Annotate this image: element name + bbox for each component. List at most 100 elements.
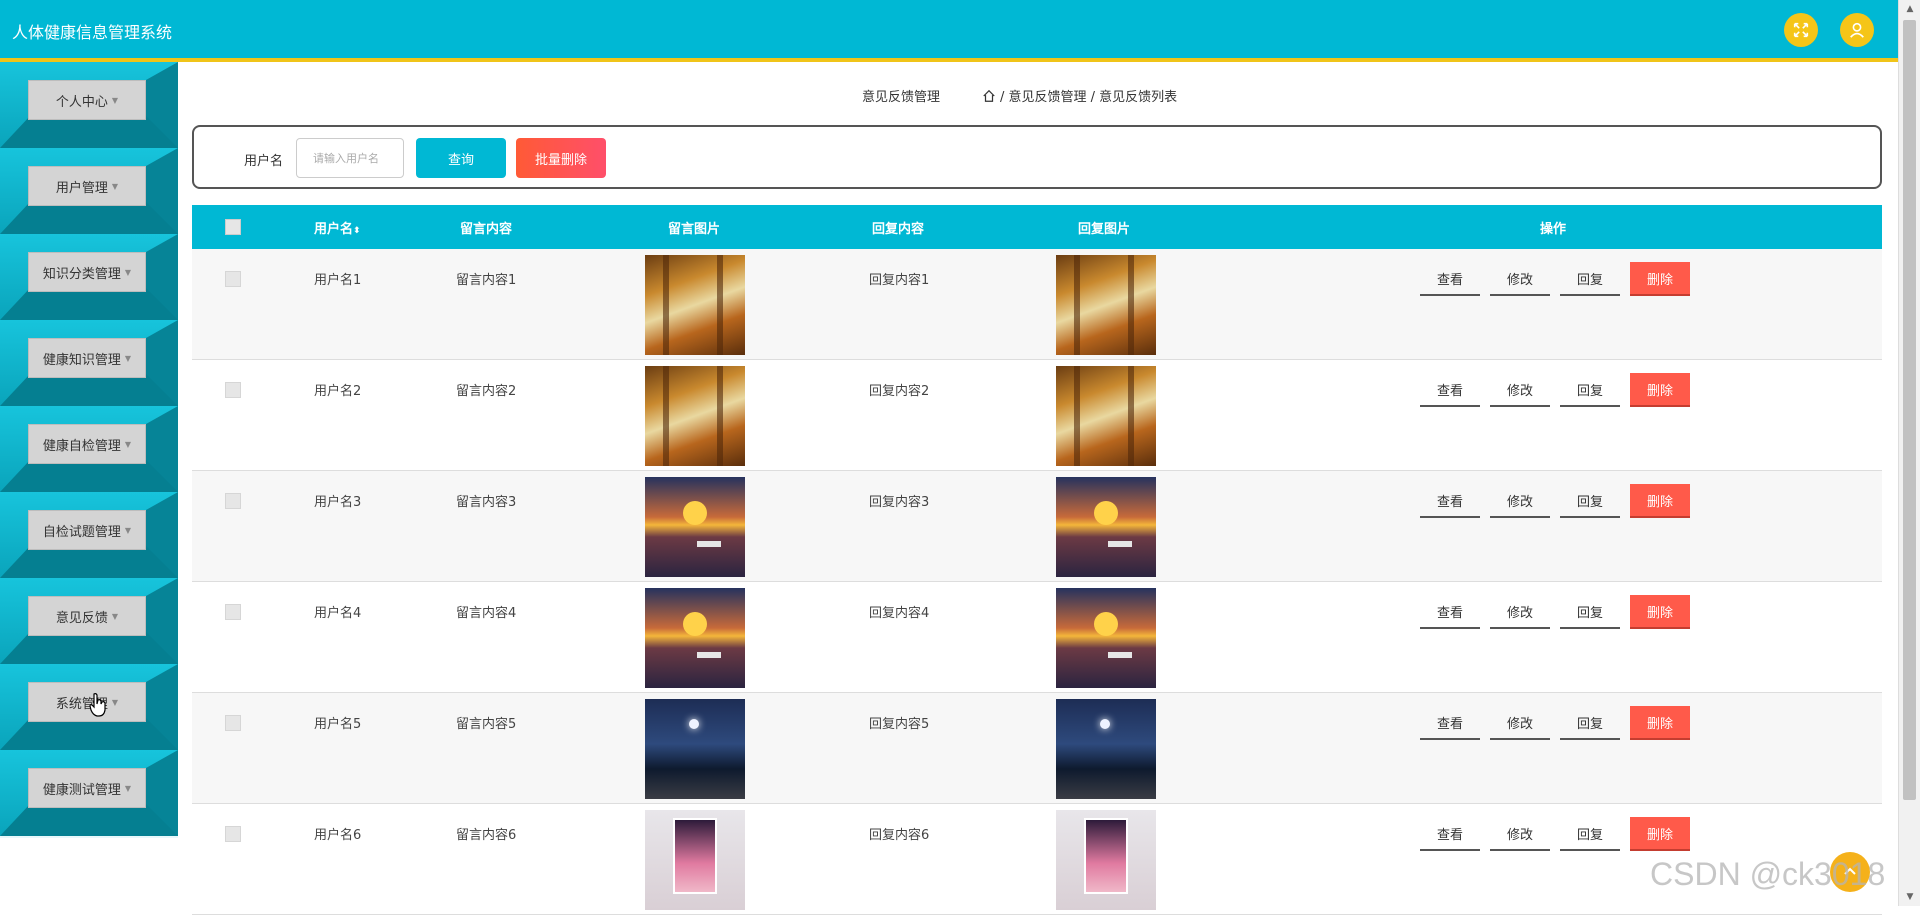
view-button[interactable]: 查看 xyxy=(1420,706,1480,740)
cell-username: 用户名3 xyxy=(314,495,362,510)
delete-button[interactable]: 删除 xyxy=(1630,262,1690,296)
reply-image[interactable] xyxy=(1056,588,1156,688)
view-button[interactable]: 查看 xyxy=(1420,373,1480,407)
cell-username: 用户名6 xyxy=(314,828,362,843)
row-checkbox[interactable] xyxy=(225,604,241,620)
row-checkbox[interactable] xyxy=(225,382,241,398)
delete-button[interactable]: 删除 xyxy=(1630,373,1690,407)
delete-button[interactable]: 删除 xyxy=(1630,817,1690,851)
table-row: 用户名6 留言内容6 回复内容6 查看 修改 回复 删除 xyxy=(192,804,1882,915)
edit-button[interactable]: 修改 xyxy=(1490,595,1550,629)
header-reply: 回复内容 xyxy=(872,222,925,237)
delete-button[interactable]: 删除 xyxy=(1630,484,1690,518)
reply-image[interactable] xyxy=(1056,255,1156,355)
select-all-checkbox[interactable] xyxy=(225,219,241,235)
reply-button[interactable]: 回复 xyxy=(1560,484,1620,518)
reply-button[interactable]: 回复 xyxy=(1560,817,1620,851)
page-scrollbar[interactable]: ▲ ▼ xyxy=(1898,0,1920,906)
cell-reply: 回复内容4 xyxy=(869,606,930,621)
edit-button[interactable]: 修改 xyxy=(1490,706,1550,740)
reply-image[interactable] xyxy=(1056,366,1156,466)
row-checkbox[interactable] xyxy=(225,826,241,842)
sidebar-item-personal-center[interactable]: 个人中心 ▼ xyxy=(0,62,178,148)
view-button[interactable]: 查看 xyxy=(1420,817,1480,851)
row-actions: 查看 修改 回复 删除 xyxy=(1420,595,1690,629)
user-icon xyxy=(1850,22,1864,38)
cell-content: 留言内容3 xyxy=(456,495,517,510)
sidebar-item-health-knowledge[interactable]: 健康知识管理 ▼ xyxy=(0,320,178,406)
reply-image[interactable] xyxy=(1056,477,1156,577)
message-image[interactable] xyxy=(645,366,745,466)
caret-down-icon: ▼ xyxy=(111,181,119,191)
top-header: 人体健康信息管理系统 xyxy=(0,0,1898,62)
delete-button[interactable]: 删除 xyxy=(1630,706,1690,740)
user-avatar-button[interactable] xyxy=(1840,13,1874,47)
row-actions: 查看 修改 回复 删除 xyxy=(1420,706,1690,740)
sort-icon[interactable]: ⬍ xyxy=(353,226,361,236)
delete-button[interactable]: 删除 xyxy=(1630,595,1690,629)
table-row: 用户名5 留言内容5 回复内容5 查看 修改 回复 删除 xyxy=(192,693,1882,804)
row-checkbox[interactable] xyxy=(225,493,241,509)
edit-button[interactable]: 修改 xyxy=(1490,373,1550,407)
edit-button[interactable]: 修改 xyxy=(1490,484,1550,518)
breadcrumb: / 意见反馈管理 / 意见反馈列表 xyxy=(982,86,1177,105)
reply-image[interactable] xyxy=(1056,699,1156,799)
row-actions: 查看 修改 回复 删除 xyxy=(1420,262,1690,296)
header-username[interactable]: 用户名⬍ xyxy=(314,218,361,237)
view-button[interactable]: 查看 xyxy=(1420,595,1480,629)
caret-down-icon: ▼ xyxy=(124,267,132,277)
view-button[interactable]: 查看 xyxy=(1420,484,1480,518)
cell-reply: 回复内容6 xyxy=(869,828,930,843)
reply-image[interactable] xyxy=(1056,810,1156,910)
cell-content: 留言内容6 xyxy=(456,828,517,843)
query-button[interactable]: 查询 xyxy=(416,138,506,178)
sidebar-item-self-check-questions[interactable]: 自检试题管理 ▼ xyxy=(0,492,178,578)
reply-button[interactable]: 回复 xyxy=(1560,262,1620,296)
scroll-up-arrow-icon[interactable]: ▲ xyxy=(1899,0,1920,18)
message-image[interactable] xyxy=(645,255,745,355)
cell-reply: 回复内容2 xyxy=(869,384,930,399)
message-image[interactable] xyxy=(645,699,745,799)
sidebar-item-health-self-check[interactable]: 健康自检管理 ▼ xyxy=(0,406,178,492)
username-search-input[interactable] xyxy=(296,138,404,178)
header-actions: 操作 xyxy=(1540,222,1567,237)
fullscreen-button[interactable] xyxy=(1784,13,1818,47)
sidebar-item-user-management[interactable]: 用户管理 ▼ xyxy=(0,148,178,234)
edit-button[interactable]: 修改 xyxy=(1490,262,1550,296)
scroll-down-arrow-icon[interactable]: ▼ xyxy=(1899,888,1920,906)
sidebar-item-feedback[interactable]: 意见反馈 ▼ xyxy=(0,578,178,664)
sidebar-item-health-test[interactable]: 健康测试管理 ▼ xyxy=(0,750,178,836)
header-reply-image: 回复图片 xyxy=(1078,222,1131,237)
caret-down-icon: ▼ xyxy=(111,611,119,621)
breadcrumb-path[interactable]: / 意见反馈管理 / 意见反馈列表 xyxy=(1000,86,1177,105)
table-row: 用户名2 留言内容2 回复内容2 查看 修改 回复 删除 xyxy=(192,360,1882,471)
reply-button[interactable]: 回复 xyxy=(1560,595,1620,629)
edit-button[interactable]: 修改 xyxy=(1490,817,1550,851)
search-panel: 用户名 查询 批量删除 xyxy=(192,125,1882,189)
header-content: 留言内容 xyxy=(460,222,513,237)
cell-reply: 回复内容5 xyxy=(869,717,930,732)
view-button[interactable]: 查看 xyxy=(1420,262,1480,296)
fullscreen-icon xyxy=(1793,22,1809,38)
reply-button[interactable]: 回复 xyxy=(1560,373,1620,407)
sidebar-item-knowledge-category[interactable]: 知识分类管理 ▼ xyxy=(0,234,178,320)
message-image[interactable] xyxy=(645,588,745,688)
table-row: 用户名1 留言内容1 回复内容1 查看 修改 回复 删除 xyxy=(192,249,1882,360)
table-row: 用户名4 留言内容4 回复内容4 查看 修改 回复 删除 xyxy=(192,582,1882,693)
sidebar-item-label: 健康自检管理 xyxy=(42,438,121,454)
row-checkbox[interactable] xyxy=(225,271,241,287)
cell-username: 用户名1 xyxy=(314,273,362,288)
app-title: 人体健康信息管理系统 xyxy=(12,23,173,42)
cell-reply: 回复内容3 xyxy=(869,495,930,510)
reply-button[interactable]: 回复 xyxy=(1560,706,1620,740)
home-icon[interactable] xyxy=(982,89,996,103)
caret-down-icon: ▼ xyxy=(124,439,132,449)
scroll-thumb[interactable] xyxy=(1903,20,1916,800)
message-image[interactable] xyxy=(645,810,745,910)
cell-reply: 回复内容1 xyxy=(869,273,930,288)
message-image[interactable] xyxy=(645,477,745,577)
row-actions: 查看 修改 回复 删除 xyxy=(1420,817,1690,851)
cell-username: 用户名5 xyxy=(314,717,362,732)
row-checkbox[interactable] xyxy=(225,715,241,731)
batch-delete-button[interactable]: 批量删除 xyxy=(516,138,606,178)
